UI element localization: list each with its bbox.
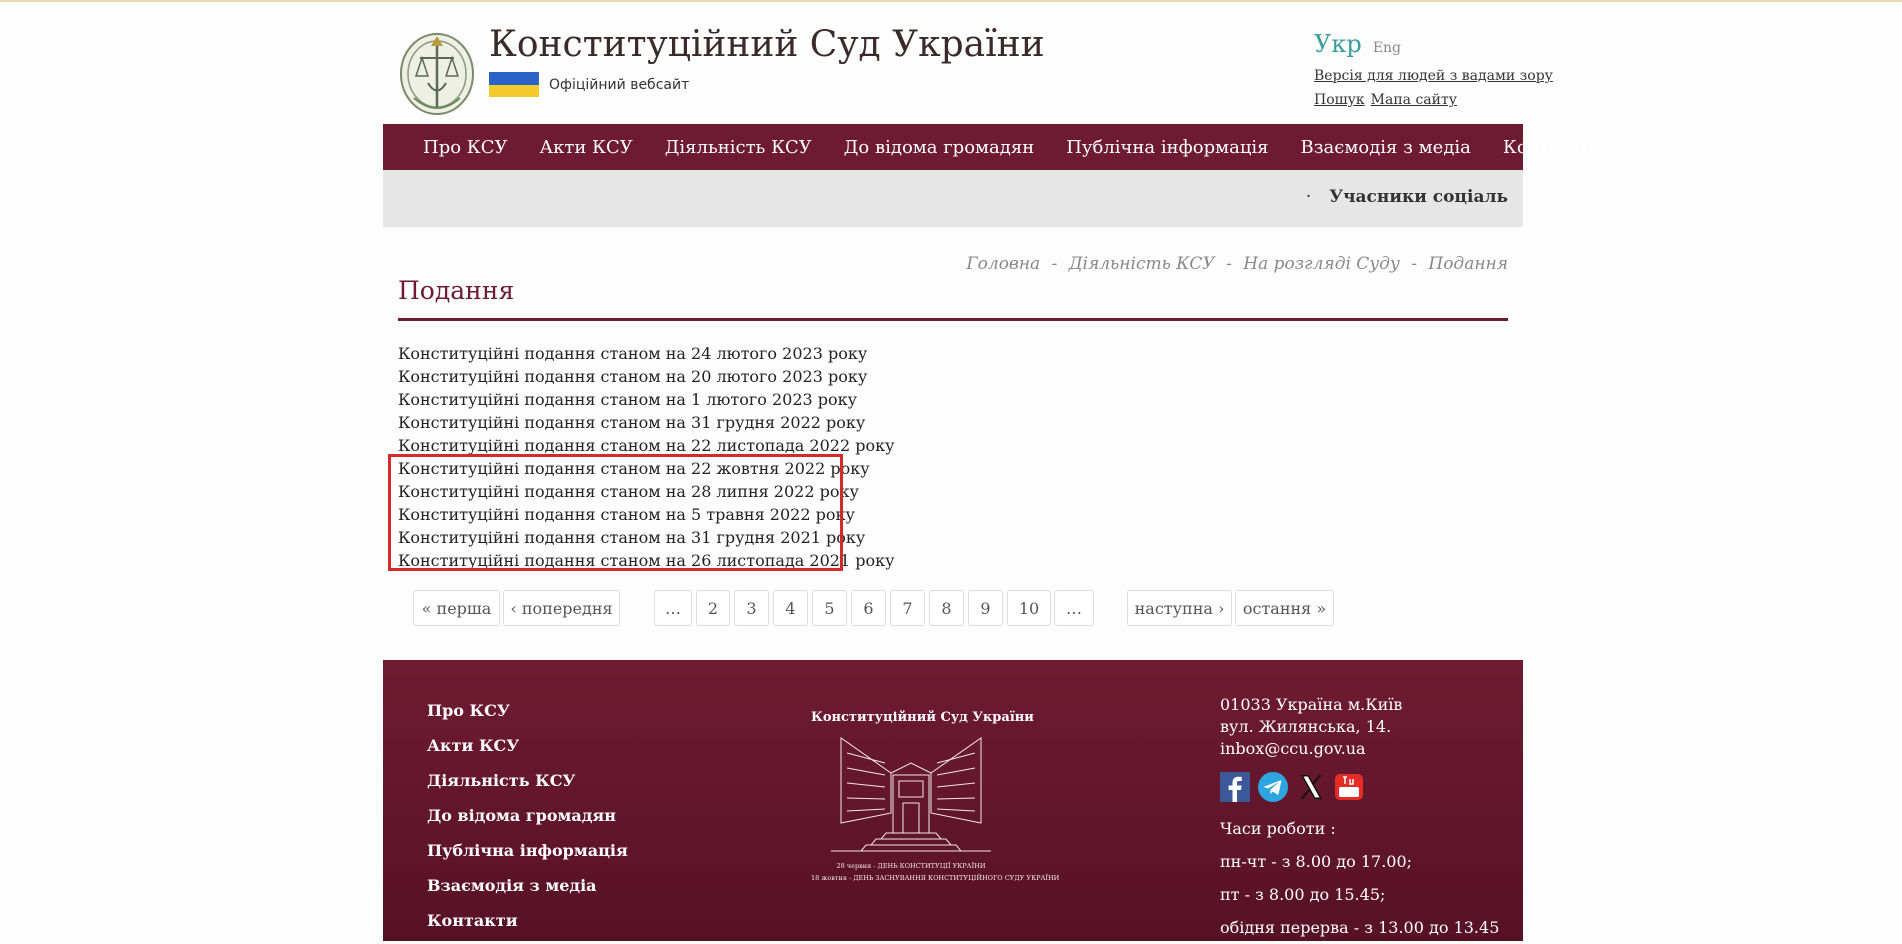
pager-first-button[interactable]: « перша bbox=[413, 590, 500, 626]
telegram-icon[interactable] bbox=[1258, 772, 1288, 802]
page-title: Подання bbox=[398, 276, 515, 305]
hours-lunch: обідня перерва - з 13.00 до 13.45 bbox=[1220, 918, 1500, 937]
footer-caption-1: 28 червня - ДЕНЬ КОНСТИТУЦІЇ УКРАЇНИ bbox=[836, 862, 986, 870]
footer-link-acts[interactable]: Акти КСУ bbox=[427, 728, 628, 763]
footer: Про КСУ Акти КСУ Діяльність КСУ До відом… bbox=[383, 660, 1523, 941]
address-line-1: 01033 Україна м.Київ bbox=[1220, 695, 1403, 714]
pager-page-5[interactable]: 5 bbox=[812, 590, 847, 626]
news-ticker-bar: · Учасники соціаль bbox=[383, 170, 1523, 227]
footer-hours: Часи роботи : пн-чт - з 8.00 до 17.00; п… bbox=[1220, 812, 1499, 944]
language-switcher: Укр Eng bbox=[1314, 30, 1401, 58]
social-links bbox=[1220, 772, 1364, 802]
utility-links: Пошук Мапа сайту bbox=[1314, 92, 1463, 108]
sitemap-link[interactable]: Мапа сайту bbox=[1371, 92, 1457, 108]
nav-item-public-info[interactable]: Публічна інформація bbox=[1050, 137, 1284, 158]
breadcrumb-activity[interactable]: Діяльність КСУ bbox=[1069, 254, 1215, 274]
pager-page-9[interactable]: 9 bbox=[968, 590, 1003, 626]
footer-link-activity[interactable]: Діяльність КСУ bbox=[427, 763, 628, 798]
site-subtitle: Офіційний вебсайт bbox=[549, 77, 690, 93]
lang-ukr-link[interactable]: Укр bbox=[1314, 30, 1362, 58]
pager-ellipsis-right[interactable]: … bbox=[1054, 590, 1094, 626]
site-title[interactable]: Конституційний Суд України bbox=[489, 24, 1045, 65]
footer-link-public-info[interactable]: Публічна інформація bbox=[427, 833, 628, 868]
breadcrumb: Головна - Діяльність КСУ - На розгляді С… bbox=[966, 254, 1508, 274]
pagination: « перша ‹ попередня … 2 3 4 5 6 7 8 9 10… bbox=[383, 590, 1523, 628]
court-emblem-icon[interactable] bbox=[398, 28, 476, 116]
breadcrumb-current: Подання bbox=[1428, 254, 1508, 274]
pager-page-6[interactable]: 6 bbox=[851, 590, 886, 626]
footer-link-contacts[interactable]: Контакти bbox=[427, 903, 628, 938]
footer-nav: Про КСУ Акти КСУ Діяльність КСУ До відом… bbox=[427, 693, 628, 938]
hours-fri: пт - з 8.00 до 15.45; bbox=[1220, 885, 1386, 904]
pager-page-3[interactable]: 3 bbox=[734, 590, 769, 626]
nav-item-activity[interactable]: Діяльність КСУ bbox=[649, 137, 828, 158]
email-link[interactable]: inbox@ccu.gov.ua bbox=[1220, 738, 1402, 760]
list-item[interactable]: Конституційні подання станом на 1 лютого… bbox=[398, 388, 895, 411]
list-item[interactable]: Конституційні подання станом на 24 лютог… bbox=[398, 342, 895, 365]
footer-address: 01033 Україна м.Київ вул. Жилянська, 14.… bbox=[1220, 694, 1402, 760]
hours-mon-thu: пн-чт - з 8.00 до 17.00; bbox=[1220, 852, 1413, 871]
footer-emblem: Конституційний Суд України 28 червня - Д… bbox=[811, 710, 1060, 882]
breadcrumb-home[interactable]: Головна bbox=[966, 254, 1040, 274]
youtube-icon[interactable] bbox=[1334, 772, 1364, 802]
search-link[interactable]: Пошук bbox=[1314, 92, 1365, 108]
pager-ellipsis[interactable]: … bbox=[654, 590, 692, 626]
pager-page-2[interactable]: 2 bbox=[696, 590, 730, 626]
nav-item-media[interactable]: Взаємодія з медіа bbox=[1285, 137, 1487, 158]
breadcrumb-under-review[interactable]: На розгляді Суду bbox=[1243, 254, 1400, 274]
nav-item-about[interactable]: Про КСУ bbox=[383, 137, 524, 158]
highlight-box bbox=[388, 454, 843, 571]
hours-label: Часи роботи : bbox=[1220, 819, 1336, 838]
pager-page-4[interactable]: 4 bbox=[773, 590, 808, 626]
x-icon[interactable] bbox=[1296, 772, 1326, 802]
footer-link-citizens[interactable]: До відома громадян bbox=[427, 798, 628, 833]
footer-center-title: Конституційний Суд України bbox=[811, 710, 1034, 725]
title-divider bbox=[398, 318, 1508, 321]
pager-next-button[interactable]: наступна › bbox=[1127, 590, 1232, 626]
nav-item-contacts[interactable]: Контакти bbox=[1487, 137, 1610, 158]
pager-page-10[interactable]: 10 bbox=[1007, 590, 1051, 626]
facebook-icon[interactable] bbox=[1220, 772, 1250, 802]
footer-caption-2: 18 жовтня - ДЕНЬ ЗАСНУВАННЯ КОНСТИТУЦІЙН… bbox=[811, 874, 1060, 882]
footer-link-media[interactable]: Взаємодія з медіа bbox=[427, 868, 628, 903]
accessibility-link[interactable]: Версія для людей з вадами зору bbox=[1314, 68, 1553, 84]
news-ticker[interactable]: · Учасники соціаль bbox=[1306, 187, 1508, 207]
nav-item-citizens[interactable]: До відома громадян bbox=[828, 137, 1050, 158]
pager-prev-button[interactable]: ‹ попередня bbox=[503, 590, 620, 626]
footer-link-about[interactable]: Про КСУ bbox=[427, 693, 628, 728]
nav-item-acts[interactable]: Акти КСУ bbox=[524, 137, 649, 158]
address-line-2: вул. Жилянська, 14. bbox=[1220, 717, 1392, 736]
list-item[interactable]: Конституційні подання станом на 20 лютог… bbox=[398, 365, 895, 388]
lang-eng-link[interactable]: Eng bbox=[1373, 40, 1401, 56]
ticker-text[interactable]: Учасники соціаль bbox=[1329, 187, 1508, 207]
top-border bbox=[0, 0, 1902, 2]
pager-last-button[interactable]: остання » bbox=[1235, 590, 1334, 626]
list-item[interactable]: Конституційні подання станом на 31 грудн… bbox=[398, 411, 895, 434]
main-nav: Про КСУ Акти КСУ Діяльність КСУ До відом… bbox=[383, 124, 1594, 170]
ticker-bullet: · bbox=[1305, 187, 1312, 207]
pager-page-7[interactable]: 7 bbox=[890, 590, 925, 626]
court-building-icon bbox=[831, 737, 991, 852]
ukraine-flag-icon bbox=[489, 72, 539, 97]
pager-page-8[interactable]: 8 bbox=[929, 590, 964, 626]
